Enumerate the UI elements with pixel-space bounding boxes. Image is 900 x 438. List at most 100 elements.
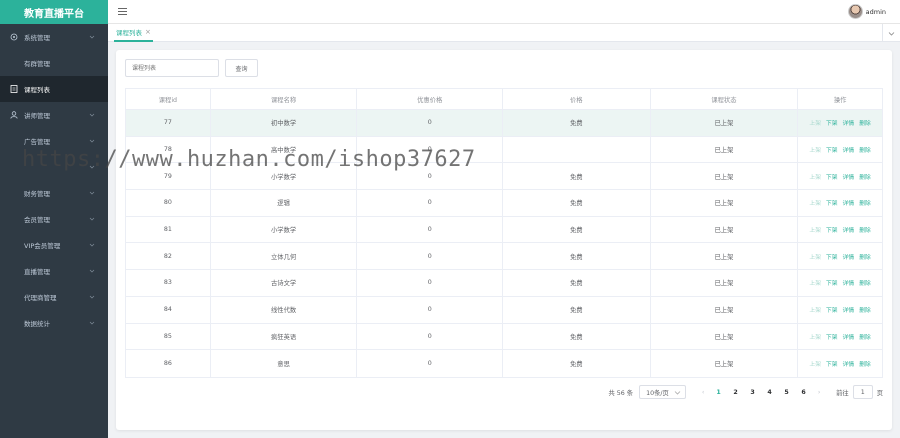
course-status: 已上架 (651, 163, 799, 190)
course-discount: 0 (357, 270, 503, 296)
prev-page-button[interactable]: ‹ (696, 389, 710, 396)
details-action-button[interactable]: 详情 (843, 118, 855, 127)
unlist-action-button[interactable]: 下架 (826, 332, 838, 341)
details-action-button[interactable]: 详情 (843, 305, 855, 314)
unlist-action-button[interactable]: 下架 (826, 198, 838, 207)
row-actions: 上架 下架 详情 删除 (798, 190, 882, 216)
course-name: 线性代数 (211, 296, 358, 323)
page-number-button[interactable]: 1 (710, 389, 727, 396)
sidebar-item[interactable]: 代理商管理 (0, 284, 108, 310)
details-action-button[interactable]: 详情 (843, 225, 855, 234)
goto-page-input[interactable] (852, 385, 873, 399)
sidebar-item[interactable]: 财务管理 (0, 180, 108, 206)
page-number-button[interactable]: 5 (778, 389, 795, 396)
list-action-button[interactable]: 上架 (809, 198, 821, 207)
course-price (503, 136, 651, 163)
avatar[interactable] (847, 4, 863, 19)
tabs-dropdown-button[interactable] (882, 24, 900, 42)
user-menu[interactable]: admin (847, 4, 886, 19)
course-price: 免费 (503, 350, 651, 377)
sidebar-item[interactable]: 直播管理 (0, 258, 108, 284)
course-status: 已上架 (651, 350, 799, 377)
page-number-button[interactable]: 3 (744, 389, 761, 396)
course-discount: 0 (357, 296, 503, 323)
delete-action-button[interactable]: 删除 (859, 118, 871, 127)
delete-action-button[interactable]: 删除 (859, 225, 871, 234)
list-action-button[interactable]: 上架 (809, 332, 821, 341)
list-action-button[interactable]: 上架 (809, 359, 821, 368)
course-name: 逻辑 (211, 190, 358, 216)
tab-label: 课程列表 (116, 29, 142, 37)
unlist-action-button[interactable]: 下架 (826, 118, 838, 127)
page-number-button[interactable]: 4 (761, 389, 778, 396)
sidebar-item[interactable]: 系统管理 (0, 24, 108, 50)
column-header: 课程名称 (211, 89, 358, 109)
course-price: 免费 (503, 270, 651, 296)
course-id: 81 (126, 216, 211, 243)
unlist-action-button[interactable]: 下架 (826, 359, 838, 368)
course-status: 已上架 (651, 323, 799, 350)
delete-action-button[interactable]: 删除 (859, 198, 871, 207)
list-action-button[interactable]: 上架 (809, 305, 821, 314)
column-header: 课程id (126, 89, 211, 109)
unlist-action-button[interactable]: 下架 (826, 172, 838, 181)
table-row: 80 逻辑 0 免费 已上架 上架 下架 详情 删除 (126, 190, 882, 217)
details-action-button[interactable]: 详情 (843, 198, 855, 207)
list-action-button[interactable]: 上架 (809, 252, 821, 261)
unlist-action-button[interactable]: 下架 (826, 252, 838, 261)
unlist-action-button[interactable]: 下架 (826, 225, 838, 234)
sidebar-item[interactable]: 会员管理 (0, 206, 108, 232)
chevron-down-icon (888, 31, 895, 36)
details-action-button[interactable]: 详情 (843, 172, 855, 181)
delete-action-button[interactable]: 删除 (859, 332, 871, 341)
delete-action-button[interactable]: 删除 (859, 359, 871, 368)
details-action-button[interactable]: 详情 (843, 332, 855, 341)
page-number-button[interactable]: 6 (795, 389, 812, 396)
unlist-action-button[interactable]: 下架 (826, 278, 838, 287)
details-action-button[interactable]: 详情 (843, 145, 855, 154)
delete-action-button[interactable]: 删除 (859, 172, 871, 181)
list-action-button[interactable]: 上架 (809, 278, 821, 287)
next-page-button[interactable]: › (812, 389, 826, 396)
list-action-button[interactable]: 上架 (809, 172, 821, 181)
course-discount: 0 (357, 190, 503, 216)
course-price: 免费 (503, 243, 651, 270)
details-action-button[interactable]: 详情 (843, 359, 855, 368)
search-input[interactable] (125, 59, 219, 77)
unlist-action-button[interactable]: 下架 (826, 305, 838, 314)
delete-action-button[interactable]: 删除 (859, 278, 871, 287)
list-action-button[interactable]: 上架 (809, 225, 821, 234)
sidebar-item[interactable]: 课程列表 (0, 76, 108, 102)
chevron-down-icon (89, 113, 95, 117)
unlist-action-button[interactable]: 下架 (826, 145, 838, 154)
close-icon[interactable]: × (145, 28, 151, 36)
tab-course-list[interactable]: 课程列表 × (114, 24, 153, 42)
sidebar-item-label: 直播管理 (24, 268, 50, 276)
list-action-button[interactable]: 上架 (809, 145, 821, 154)
menu-toggle-icon[interactable] (118, 7, 127, 16)
row-actions: 上架 下架 详情 删除 (798, 217, 882, 243)
details-action-button[interactable]: 详情 (843, 252, 855, 261)
sidebar-item[interactable]: VIP会员管理 (0, 232, 108, 258)
tabs-bar: 课程列表 × (108, 24, 900, 42)
chevron-down-icon (89, 269, 95, 273)
sidebar-item[interactable]: 讲师管理 (0, 102, 108, 128)
sidebar-item-label: 讲师管理 (24, 112, 50, 120)
user-icon (10, 111, 18, 119)
course-table: 课程id 课程名称 优惠价格 价格 课程状态 操作 77 初中数学 0 免费 已上架 上架… (125, 88, 883, 378)
column-header: 课程状态 (651, 89, 799, 109)
sidebar-item[interactable]: 有群管理 (0, 50, 108, 76)
table-row: 77 初中数学 0 免费 已上架 上架 下架 详情 删除 (126, 110, 882, 137)
delete-action-button[interactable]: 删除 (859, 145, 871, 154)
page-number-button[interactable]: 2 (727, 389, 744, 396)
course-status: 已上架 (651, 216, 799, 243)
page-size-value: 10条/页 (646, 389, 669, 397)
page-size-select[interactable]: 10条/页 (639, 385, 687, 399)
search-button[interactable]: 查询 (225, 59, 258, 77)
list-action-button[interactable]: 上架 (809, 118, 821, 127)
delete-action-button[interactable]: 删除 (859, 252, 871, 261)
delete-action-button[interactable]: 删除 (859, 305, 871, 314)
course-discount: 0 (357, 243, 503, 270)
sidebar-item[interactable]: 数据统计 (0, 310, 108, 336)
details-action-button[interactable]: 详情 (843, 278, 855, 287)
